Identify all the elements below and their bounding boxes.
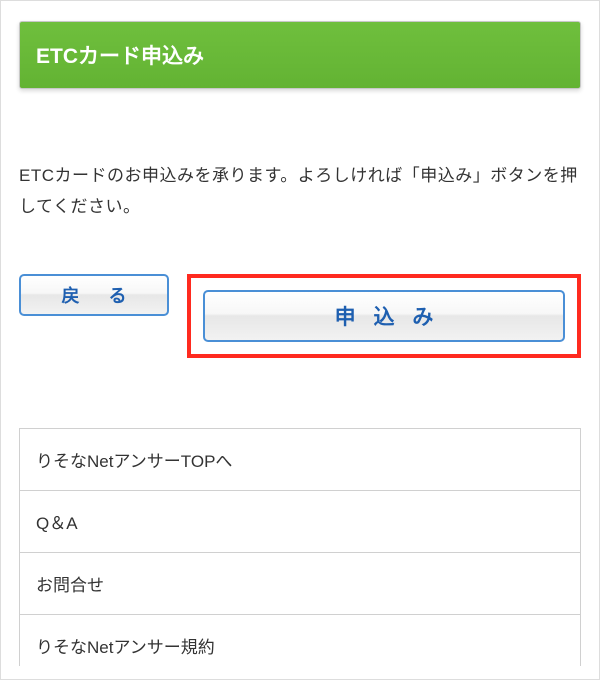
menu-item-contact[interactable]: お問合せ bbox=[20, 553, 580, 615]
menu-item-qa[interactable]: Q＆A bbox=[20, 491, 580, 553]
button-row: 戻 る 申 込 み bbox=[19, 274, 581, 358]
back-button[interactable]: 戻 る bbox=[19, 274, 169, 316]
footer-menu: りそなNetアンサーTOPへ Q＆A お問合せ りそなNetアンサー規約 bbox=[19, 428, 581, 666]
menu-item-top[interactable]: りそなNetアンサーTOPへ bbox=[20, 429, 580, 491]
instructions-text: ETCカードのお申込みを承ります。よろしければ「申込み」ボタンを押してください。 bbox=[19, 161, 581, 222]
apply-button[interactable]: 申 込 み bbox=[203, 290, 565, 342]
page-title: ETCカード申込み bbox=[19, 21, 581, 89]
menu-item-terms[interactable]: りそなNetアンサー規約 bbox=[20, 615, 580, 666]
apply-highlight: 申 込 み bbox=[187, 274, 581, 358]
